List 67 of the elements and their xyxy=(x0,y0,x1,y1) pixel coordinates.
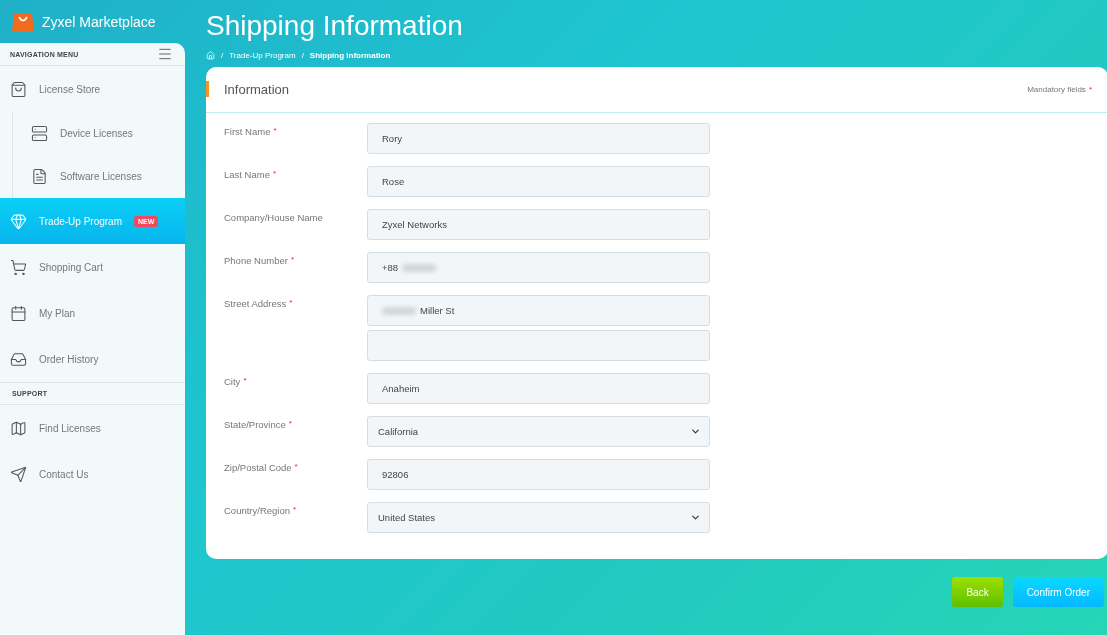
required-mark: * xyxy=(272,169,277,178)
server-icon xyxy=(31,125,48,142)
card-title: Information xyxy=(224,82,290,97)
diamond-icon xyxy=(10,212,27,230)
chevron-down-icon xyxy=(690,512,701,523)
nav-label: Device Licenses xyxy=(60,128,133,139)
select-field[interactable]: California xyxy=(367,416,710,447)
accent-bar xyxy=(206,81,209,97)
home-icon[interactable] xyxy=(206,50,215,60)
mandatory-note: Mandatory fields xyxy=(1027,85,1086,94)
shopping-bag-icon xyxy=(10,80,27,98)
breadcrumb-link[interactable]: Trade-Up Program xyxy=(229,50,296,60)
nav-label: My Plan xyxy=(39,307,76,319)
required-mark: * xyxy=(1088,85,1092,94)
input-field[interactable]: Miller St xyxy=(367,295,710,326)
cart-icon xyxy=(10,258,27,276)
required-mark: * xyxy=(290,255,295,264)
input-field[interactable]: Zyxel Networks xyxy=(367,209,710,240)
field-label: Last Name xyxy=(224,169,270,180)
document-icon xyxy=(31,168,48,185)
bag-logo-icon xyxy=(12,11,34,32)
field-label: Country/Region xyxy=(224,505,290,516)
field-label: Zip/Postal Code xyxy=(224,462,292,473)
required-mark: * xyxy=(289,298,293,307)
input-field[interactable]: Anaheim xyxy=(367,373,710,404)
input-field[interactable]: 92806 xyxy=(367,459,710,490)
field-label: City xyxy=(224,376,241,387)
breadcrumb-separator: / xyxy=(221,50,224,60)
nav-label: Shopping Cart xyxy=(39,261,103,273)
menu-icon[interactable] xyxy=(157,46,173,62)
chevron-down-icon xyxy=(690,426,701,437)
nav-label: License Store xyxy=(39,83,101,95)
nav-label: Find Licenses xyxy=(39,422,101,434)
nav-label: Contact Us xyxy=(39,468,89,480)
paper-plane-icon xyxy=(10,465,27,483)
nav-label: Order History xyxy=(39,353,99,365)
required-mark: * xyxy=(294,462,298,471)
nav-item[interactable]: My Plan xyxy=(0,290,185,336)
nav-label: Trade-Up Program xyxy=(39,215,122,227)
breadcrumb-current: Shipping Information xyxy=(309,50,391,60)
select-field[interactable]: United States xyxy=(367,502,710,533)
page-title: Shipping Information xyxy=(206,10,464,43)
nav-item[interactable]: Contact Us xyxy=(0,451,185,497)
nav-item[interactable]: Device Licenses xyxy=(12,112,185,155)
input-field[interactable]: Rose xyxy=(367,166,710,197)
field-label: Company/House Name xyxy=(224,212,323,223)
calendar-icon xyxy=(10,304,27,322)
breadcrumb-separator: / xyxy=(301,50,304,60)
field-label: State/Province xyxy=(224,419,286,430)
nav-item[interactable]: License Store xyxy=(0,66,185,112)
required-mark: * xyxy=(243,376,247,385)
inbox-icon xyxy=(10,350,27,368)
required-mark: * xyxy=(293,505,297,514)
nav-item[interactable]: Find Licenses xyxy=(0,405,185,451)
nav-item[interactable]: Order History xyxy=(0,336,185,382)
nav-item[interactable]: Shopping Cart xyxy=(0,244,185,290)
input-field[interactable]: Rory xyxy=(367,123,710,154)
input-field[interactable]: +88 xyxy=(367,252,710,283)
required-mark: * xyxy=(288,419,292,428)
input-field[interactable] xyxy=(367,330,710,361)
field-label: Street Address xyxy=(224,298,287,309)
field-label: Phone Number xyxy=(224,255,288,266)
required-mark: * xyxy=(273,126,277,135)
field-label: First Name xyxy=(224,126,271,137)
nav-label: Software Licenses xyxy=(60,171,142,182)
brand-name: Zyxel Marketplace xyxy=(42,13,156,30)
map-icon xyxy=(10,419,27,437)
